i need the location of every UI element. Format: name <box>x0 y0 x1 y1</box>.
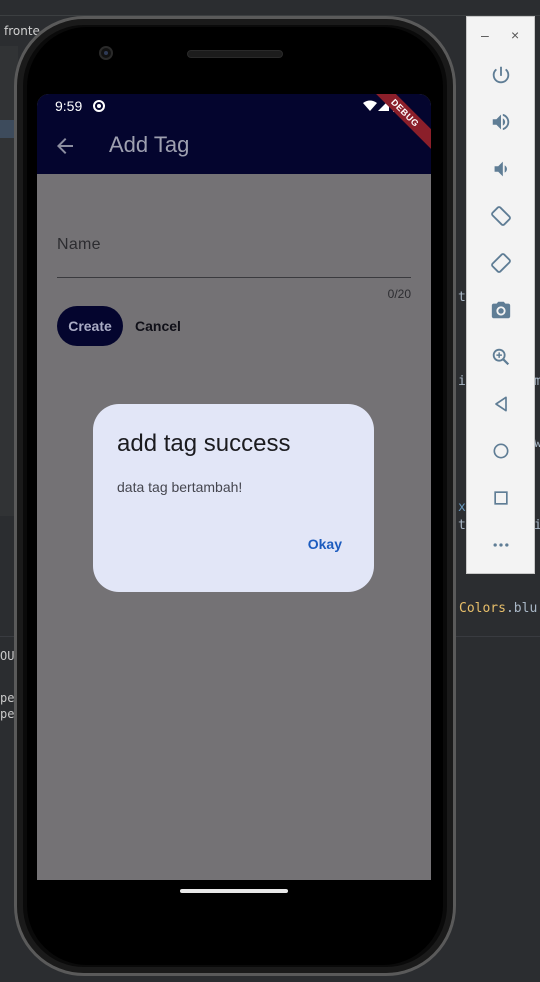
volume-up-icon[interactable] <box>489 110 513 134</box>
home-icon[interactable] <box>489 439 513 463</box>
status-time: 9:59 <box>55 98 83 114</box>
volume-down-icon[interactable] <box>489 157 513 181</box>
dialog-message: data tag bertambah! <box>117 479 243 495</box>
ide-code-snippet: i <box>458 374 466 389</box>
front-camera <box>99 46 113 60</box>
close-button[interactable]: × <box>511 27 519 43</box>
gesture-nav-handle[interactable] <box>180 889 288 893</box>
dialog-title: add tag success <box>117 430 291 457</box>
app-bar: Add Tag <box>37 118 431 174</box>
name-field-counter: 0/20 <box>387 287 411 301</box>
ide-top-bar <box>0 0 540 16</box>
more-icon[interactable] <box>489 533 513 557</box>
emulator-toolbar: – × <box>466 16 535 574</box>
ide-code-class: Colors <box>459 601 506 616</box>
device-screen: 9:59 Add Tag DEBUG Name 0/20 Create Canc… <box>37 94 431 880</box>
wifi-icon <box>363 100 377 111</box>
ide-code-snippet: t <box>458 518 466 533</box>
power-icon[interactable] <box>489 63 513 87</box>
minimize-button[interactable]: – <box>481 27 489 43</box>
back-arrow-icon[interactable] <box>53 134 77 158</box>
ide-output-text: pe <box>0 707 15 721</box>
name-field-underline <box>57 277 411 278</box>
notification-icon <box>93 100 105 112</box>
ide-code-snippet: x <box>458 500 466 515</box>
overview-icon[interactable] <box>489 486 513 510</box>
success-dialog: add tag success data tag bertambah! Okay <box>93 404 374 592</box>
cancel-button[interactable]: Cancel <box>131 306 185 346</box>
rotate-left-icon[interactable] <box>489 204 513 228</box>
ide-code-colors: Colors.blu <box>459 601 537 616</box>
create-button[interactable]: Create <box>57 306 123 346</box>
screenshot-icon[interactable] <box>489 298 513 322</box>
earpiece-speaker <box>187 50 283 58</box>
back-icon[interactable] <box>489 392 513 416</box>
zoom-icon[interactable] <box>489 345 513 369</box>
ide-code-snippet: t <box>458 290 466 305</box>
ide-output-text: pe <box>0 691 15 705</box>
status-bar: 9:59 <box>37 94 431 118</box>
rotate-right-icon[interactable] <box>489 251 513 275</box>
ide-code-member: .blu <box>505 601 538 616</box>
name-field[interactable]: Name <box>57 236 101 254</box>
page-title: Add Tag <box>109 132 190 157</box>
okay-button[interactable]: Okay <box>304 532 346 556</box>
ide-output-text: OU <box>0 649 15 663</box>
